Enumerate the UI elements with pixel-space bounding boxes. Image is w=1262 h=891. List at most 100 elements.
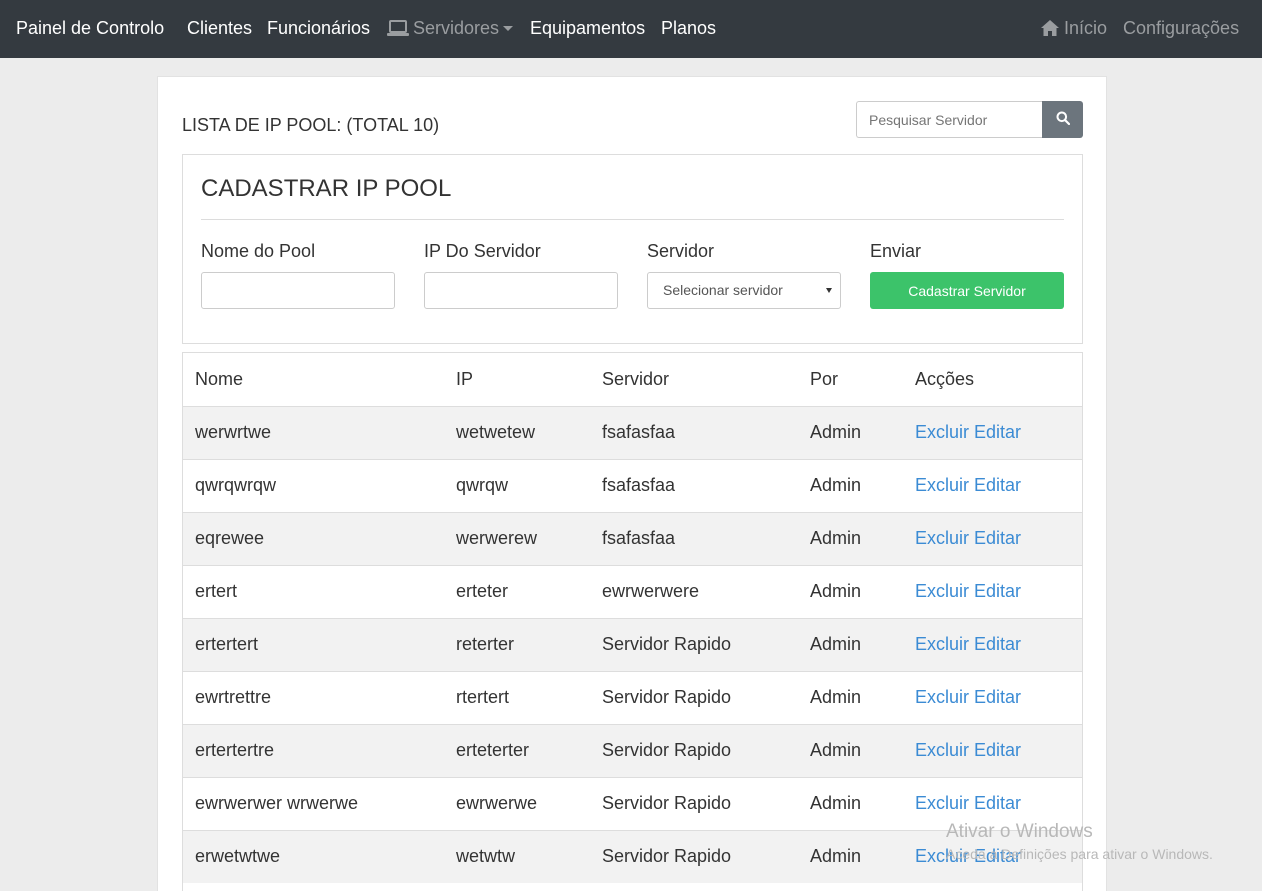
cell-servidor: fsafasfaa xyxy=(590,511,798,565)
nav-item-clientes[interactable]: Clientes xyxy=(187,17,252,39)
cell-servidor: Servidor Rapido xyxy=(590,829,798,883)
table-row: werwrtwe wetwetew fsafasfaa Admin Excluir Ed… xyxy=(183,405,1082,459)
cell-por: Admin xyxy=(798,723,903,777)
delete-link[interactable]: Excluir xyxy=(915,581,969,601)
cell-por: Admin xyxy=(798,776,903,830)
column-header-servidor: Servidor xyxy=(602,368,670,389)
cell-actions: Excluir Editar xyxy=(903,511,1082,565)
column-header-nome: Nome xyxy=(195,368,244,389)
cell-servidor: Servidor Rapido xyxy=(590,723,798,777)
laptop-icon xyxy=(387,19,409,42)
cell-ip: rtertert xyxy=(444,670,590,724)
pool-name-input[interactable] xyxy=(201,272,395,309)
cell-actions: Excluir Editar xyxy=(903,564,1082,618)
cell-por: Admin xyxy=(798,617,903,671)
cell-actions: Excluir Editar xyxy=(903,458,1082,512)
cell-nome: ertertertre xyxy=(183,723,444,777)
cell-ip: erteterter xyxy=(444,723,590,777)
register-ip-pool-form: CADASTRAR IP POOL Nome do Pool IP Do Ser… xyxy=(182,154,1083,344)
delete-link[interactable]: Excluir xyxy=(915,687,969,707)
cell-nome: ertert xyxy=(183,564,444,618)
delete-link[interactable]: Excluir xyxy=(915,740,969,760)
ip-pool-list-title: LISTA DE IP POOL: (TOTAL 10) xyxy=(182,115,440,135)
edit-link[interactable]: Editar xyxy=(974,793,1021,813)
edit-link[interactable]: Editar xyxy=(974,528,1021,548)
cell-servidor: fsafasfaa xyxy=(590,405,798,459)
server-select[interactable]: Selecionar servidor xyxy=(647,272,841,309)
column-header-accoes: Acções xyxy=(915,368,975,389)
table-row: ewrtrettre rtertert Servidor Rapido Admin Ex… xyxy=(183,670,1082,724)
edit-link[interactable]: Editar xyxy=(974,422,1021,442)
cell-actions: Excluir Editar xyxy=(903,617,1082,671)
cell-ip: wetwetew xyxy=(444,405,590,459)
cell-por: Admin xyxy=(798,670,903,724)
column-header-por: Por xyxy=(810,368,839,389)
cell-servidor: fsafasfaa xyxy=(590,458,798,512)
cell-actions: Excluir Editar xyxy=(903,723,1082,777)
register-server-button[interactable]: Cadastrar Servidor xyxy=(870,272,1064,309)
cell-servidor: ewrwerwere xyxy=(590,564,798,618)
table-row: qwrqwrqw qwrqw fsafasfaa Admin Excluir Edita… xyxy=(183,458,1082,512)
edit-link[interactable]: Editar xyxy=(974,475,1021,495)
cell-por: Admin xyxy=(798,829,903,883)
cell-actions: Excluir Editar xyxy=(903,670,1082,724)
search-input[interactable] xyxy=(856,101,1042,138)
table-row: ertertertre erteterter Servidor Rapido Admi… xyxy=(183,723,1082,777)
edit-link[interactable]: Editar xyxy=(974,687,1021,707)
home-icon xyxy=(1040,19,1060,42)
nav-item-funcionarios[interactable]: Funcionários xyxy=(267,17,370,39)
nav-item-inicio[interactable]: Início xyxy=(1040,17,1107,42)
top-navbar: Painel de Controlo Clientes Funcionários… xyxy=(0,0,1262,58)
cell-por: Admin xyxy=(798,458,903,512)
cell-por: Admin xyxy=(798,405,903,459)
form-title: CADASTRAR IP POOL xyxy=(201,175,452,202)
nav-item-configuracoes[interactable]: Configurações xyxy=(1123,17,1239,39)
cell-ip: ewrwerwe xyxy=(444,776,590,830)
cell-ip: wetwtw xyxy=(444,829,590,883)
navbar-brand[interactable]: Painel de Controlo xyxy=(16,17,164,39)
table-row: ertertert reterter Servidor Rapido Admin Exc… xyxy=(183,617,1082,671)
nav-item-inicio-label: Início xyxy=(1064,18,1108,38)
delete-link[interactable]: Excluir xyxy=(915,475,969,495)
cell-actions: Excluir Editar xyxy=(903,405,1082,459)
nav-item-servidores-label: Servidores xyxy=(413,18,500,38)
cell-servidor: Servidor Rapido xyxy=(590,670,798,724)
submit-label: Enviar xyxy=(870,241,922,261)
edit-link[interactable]: Editar xyxy=(974,740,1021,760)
nav-item-servidores-dropdown[interactable]: Servidores xyxy=(387,17,514,42)
nav-item-equipamentos[interactable]: Equipamentos xyxy=(530,17,645,39)
cell-ip: erteter xyxy=(444,564,590,618)
search-icon xyxy=(1056,111,1070,128)
delete-link[interactable]: Excluir xyxy=(915,793,969,813)
delete-link[interactable]: Excluir xyxy=(915,528,969,548)
chevron-down-icon xyxy=(503,26,514,31)
form-divider xyxy=(201,219,1064,220)
windows-activation-title: Ativar o Windows xyxy=(946,821,1093,842)
cell-nome: ewrtrettre xyxy=(183,670,444,724)
windows-activation-text: Aceda a Definições para ativar o Windows… xyxy=(946,846,1213,862)
cell-servidor: Servidor Rapido xyxy=(590,617,798,671)
server-select-label: Servidor xyxy=(647,241,715,261)
main-card: LISTA DE IP POOL: (TOTAL 10) CADASTRAR I… xyxy=(157,76,1107,891)
table-row: eqrewee werwerew fsafasfaa Admin Excluir Edi… xyxy=(183,511,1082,565)
cell-nome: werwrtwe xyxy=(183,405,444,459)
cell-ip: qwrqw xyxy=(444,458,590,512)
server-select-value: Selecionar servidor xyxy=(663,282,783,298)
delete-link[interactable]: Excluir xyxy=(915,422,969,442)
cell-nome: eqrewee xyxy=(183,511,444,565)
table-header-row: Nome IP Servidor Por Acções xyxy=(183,353,1082,406)
cell-nome: ewrwerwer wrwerwe xyxy=(183,776,444,830)
delete-link[interactable]: Excluir xyxy=(915,634,969,654)
cell-nome: ertertert xyxy=(183,617,444,671)
column-header-ip: IP xyxy=(456,368,474,389)
edit-link[interactable]: Editar xyxy=(974,581,1021,601)
cell-servidor: Servidor Rapido xyxy=(590,776,798,830)
server-ip-input[interactable] xyxy=(424,272,618,309)
edit-link[interactable]: Editar xyxy=(974,634,1021,654)
table-row: ertert erteter ewrwerwere Admin Excluir Edit… xyxy=(183,564,1082,618)
search-button[interactable] xyxy=(1042,101,1083,138)
server-ip-label: IP Do Servidor xyxy=(424,241,541,261)
select-arrow-icon xyxy=(826,288,832,293)
cell-ip: werwerew xyxy=(444,511,590,565)
nav-item-planos[interactable]: Planos xyxy=(661,17,716,39)
